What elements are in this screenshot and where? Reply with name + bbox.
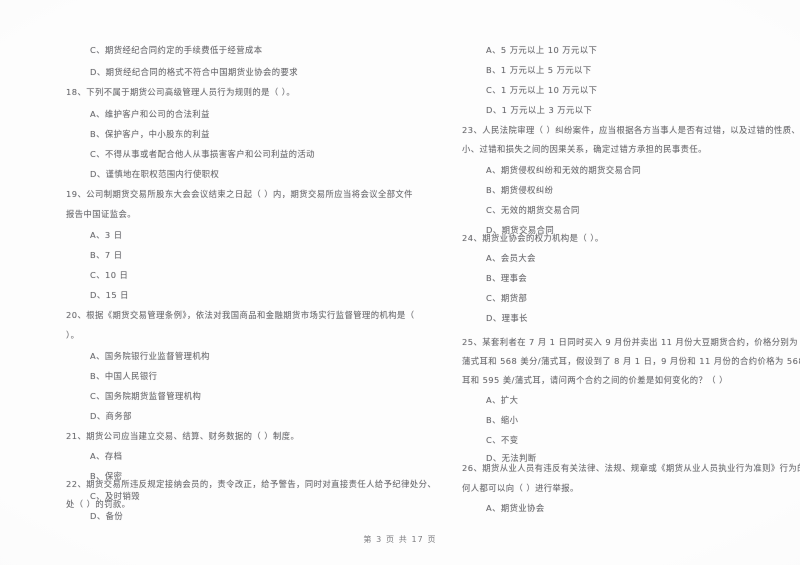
option-line: B、中国人民银行 (90, 371, 158, 381)
option-line: B、保护客户，中小股东的利益 (90, 129, 210, 139)
option-line: A、5 万元以上 10 万元以下 (486, 45, 598, 55)
page-footer: 第 3 页 共 17 页 (363, 535, 437, 544)
question-stem: 26、期货从业人员有违反有关法律、法规、规章或《期货从业人员执业行为准则》行为的… (462, 463, 800, 473)
option-line: B、期货侵权纠纷 (486, 185, 554, 195)
option-line: C、10 日 (90, 270, 129, 280)
option-line: A、期货业协会 (486, 503, 545, 513)
question-stem-cont: 报告中国证监会。 (66, 209, 136, 219)
option-line: C、不变 (486, 435, 519, 445)
option-line: C、期货部 (486, 293, 528, 303)
question-stem: 22、期货交易所违反规定接纳会员的，责令改正，给予警告，同时对直接责任人给予纪律… (66, 479, 437, 489)
option-line: D、15 日 (90, 290, 129, 300)
option-line: B、缩小 (486, 415, 519, 425)
option-line: D、谨慎地在职权范围内行使职权 (90, 169, 220, 179)
option-line: A、国务院银行业监督管理机构 (90, 351, 210, 361)
option-line: A、期货侵权纠纷和无效的期货交易合同 (486, 165, 641, 175)
option-line: C、不得从事或者配合他人从事损害客户和公司利益的活动 (90, 149, 315, 159)
question-stem: 21、期货公司应当建立交易、结算、财务数据的（ ）制度。 (66, 431, 300, 441)
question-stem-cont: 耳和 595 美/蒲式耳，请问两个合约之间的价差是如何变化的？（ ） (462, 375, 728, 385)
question-stem: 18、下列不属于期货公司高级管理人员行为规则的是（ ）。 (66, 87, 296, 97)
question-stem: 19、公司制期货交易所股东大会会议结束之日起（ ）内，期货交易所应当将会议全部文… (66, 189, 413, 199)
option-line: C、期货经纪合同约定的手续费低于经营成本 (90, 45, 263, 55)
option-line: A、扩大 (486, 395, 519, 405)
question-stem: 24、期货业协会的权力机构是（ ）。 (462, 233, 604, 243)
option-line: B、1 万元以上 5 万元以下 (486, 65, 592, 75)
option-line: C、国务院期货监督管理机构 (90, 391, 202, 401)
option-line: D、1 万元以上 3 万元以下 (486, 105, 593, 115)
question-stem-cont: 蒲式耳和 568 美分/蒲式耳，假设到了 8 月 1 日，9 月份和 11 月份… (462, 356, 800, 366)
option-line: C、无效的期货交易合同 (486, 205, 580, 215)
question-stem-cont: 小、过错和损失之间的因果关系，确定过错方承担的民事责任。 (462, 144, 707, 154)
right-text-column: A、5 万元以上 10 万元以下 B、1 万元以上 5 万元以下 C、1 万元以… (400, 0, 800, 565)
option-line: B、7 日 (90, 250, 123, 260)
question-stem: 23、人民法院审理（ ）纠纷案件，应当根据各方当事人是否有过错，以及过错的性质、… (462, 125, 800, 135)
question-stem-cont: 何人都可以向（ ）进行举报。 (462, 483, 579, 493)
question-stem: 20、根据《期货交易管理条例》，依法对我国商品和金融期货市场实行监督管理的机构是… (66, 310, 415, 320)
option-line: D、理事长 (486, 313, 528, 323)
option-line: B、理事会 (486, 273, 528, 283)
option-line: A、存档 (90, 451, 123, 461)
question-stem: 25、某套利者在 7 月 1 日同时买入 9 月份并卖出 11 月份大豆期货合约… (462, 337, 800, 347)
option-line: A、3 日 (90, 230, 123, 240)
option-line: A、维护客户和公司的合法利益 (90, 109, 210, 119)
question-stem-cont: 处（ ）的罚款。 (66, 499, 131, 509)
option-line: C、1 万元以上 10 万元以下 (486, 85, 598, 95)
option-line: D、期货经纪合同的格式不符合中国期货业协会的要求 (90, 67, 299, 77)
question-stem-cont: ）。 (66, 330, 80, 340)
document-page: C、期货经纪合同约定的手续费低于经营成本 D、期货经纪合同的格式不符合中国期货业… (0, 0, 800, 565)
option-line: A、会员大会 (486, 253, 536, 263)
option-line: D、备份 (90, 511, 124, 521)
option-line: D、商务部 (90, 411, 132, 421)
